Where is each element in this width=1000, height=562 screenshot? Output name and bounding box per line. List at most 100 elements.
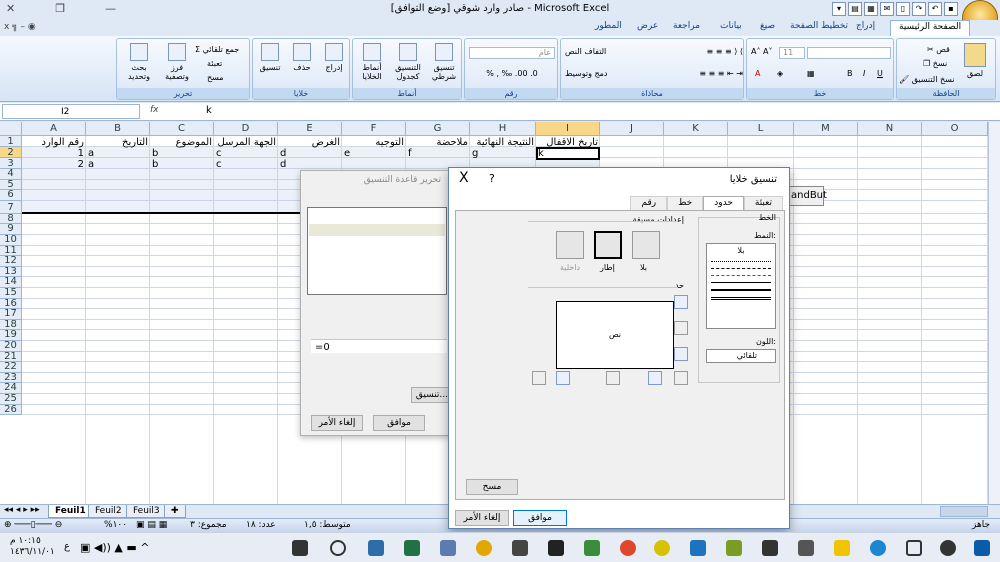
data-cell[interactable]: 2 (22, 158, 86, 171)
find-select-button[interactable]: بحث وتحديد (121, 43, 157, 81)
dialog-close-icon[interactable]: X (459, 170, 469, 186)
wrap-text-button[interactable]: التفاف النص (565, 47, 606, 56)
data-cell[interactable]: a (86, 158, 150, 171)
data-cell[interactable]: c (214, 158, 278, 171)
bold-button[interactable]: B (847, 69, 853, 78)
data-cell[interactable]: b (150, 158, 214, 171)
row-header[interactable]: 25 (0, 393, 22, 405)
app-icon[interactable] (762, 540, 778, 556)
rule-format-button[interactable]: تنسيق... (411, 387, 451, 403)
fill-button[interactable]: تعبئة (207, 59, 222, 68)
taskview-icon[interactable] (906, 540, 922, 556)
app-icon[interactable] (476, 540, 492, 556)
border-diagonal-down-button[interactable] (532, 371, 546, 385)
number-format-buttons[interactable]: % , ‰ .00 .0 (469, 69, 555, 78)
vertical-scrollbar[interactable] (988, 122, 1000, 504)
preset-inside-button[interactable] (556, 231, 584, 259)
row-header[interactable]: 15 (0, 287, 22, 299)
row-header[interactable]: 2 (0, 147, 22, 158)
sheet-tab-feuil1[interactable]: Feuil1 (48, 505, 93, 518)
data-cell[interactable]: f (406, 147, 470, 160)
style-option[interactable] (711, 297, 771, 300)
row-header[interactable]: 20 (0, 340, 22, 352)
input-language[interactable]: ع (64, 541, 70, 552)
zoom-level[interactable]: %١٠٠ (104, 520, 127, 530)
underline-button[interactable]: U (877, 69, 883, 78)
style-option[interactable] (711, 268, 771, 269)
excel-icon[interactable] (404, 540, 420, 556)
border-left-button[interactable] (556, 371, 570, 385)
border-bottom-button[interactable] (674, 347, 688, 361)
print-icon[interactable]: ▦ (864, 2, 878, 16)
style-option[interactable] (711, 275, 771, 276)
row-header[interactable]: 1 (0, 136, 22, 147)
format-painter-button[interactable]: 🖌 نسخ التنسيق (899, 75, 954, 84)
winrar-icon[interactable] (368, 540, 384, 556)
clear-format-button[interactable]: مسح (466, 479, 518, 495)
sheet-tab-feuil2[interactable]: Feuil2 (88, 505, 129, 518)
column-header[interactable]: I (536, 122, 600, 136)
data-cell[interactable]: k (536, 147, 600, 160)
column-header[interactable]: A (22, 122, 86, 136)
row-header[interactable]: 6 (0, 190, 22, 201)
clear-button[interactable]: مسح (207, 73, 224, 82)
tab-font[interactable]: خط (667, 196, 704, 210)
app-icon[interactable] (584, 540, 600, 556)
tab-data[interactable]: بيانات (720, 21, 742, 31)
preset-outline-button[interactable] (594, 231, 622, 259)
column-header[interactable]: M (794, 122, 858, 136)
autosum-button[interactable]: Σ جمع تلقائي (195, 45, 239, 54)
folder-icon[interactable] (834, 540, 850, 556)
style-option[interactable] (711, 289, 771, 291)
column-header[interactable]: N (858, 122, 922, 136)
insert-function-button[interactable]: fx (150, 105, 200, 119)
chrome-icon[interactable] (620, 540, 636, 556)
column-header[interactable]: K (664, 122, 728, 136)
format-cells-button[interactable]: تنسيق (255, 43, 285, 72)
line-style-list[interactable]: بلا (706, 243, 776, 329)
ie-icon[interactable] (870, 540, 886, 556)
edge-icon[interactable] (690, 540, 706, 556)
rule-cancel-button[interactable]: إلغاء الأمر (311, 415, 363, 431)
undo-icon[interactable]: ↶ (928, 2, 942, 16)
search-icon[interactable] (940, 540, 956, 556)
delete-cells-button[interactable]: حذف (287, 43, 317, 72)
horizontal-scrollbar[interactable] (940, 506, 988, 517)
select-all-corner[interactable] (0, 122, 22, 136)
sheet-nav-icons[interactable]: ◂◂ ◂ ▸ ▸▸ (4, 505, 40, 515)
border-preview[interactable]: نص (556, 301, 674, 369)
align-buttons-row1[interactable]: ≡ ≡ ≡ ⟩ ⟨ (657, 47, 743, 56)
tab-fill[interactable]: تعبئة (743, 196, 783, 210)
tab-border[interactable]: حدود (703, 196, 744, 210)
app-icon[interactable] (654, 540, 670, 556)
copy-button[interactable]: ❐ نسخ (923, 59, 947, 68)
rule-formula-input[interactable]: =0 (311, 339, 447, 353)
sheet-tab-feuil3[interactable]: Feuil3 (126, 505, 167, 518)
fill-color-button[interactable]: ◈ (777, 69, 783, 78)
border-diagonal-up-button[interactable] (674, 371, 688, 385)
mdi-controls[interactable]: x ╗ – ◉ (4, 22, 36, 32)
app-icon[interactable] (548, 540, 564, 556)
insert-cells-button[interactable]: إدراج (319, 43, 349, 72)
column-header[interactable]: D (214, 122, 278, 136)
tab-formulas[interactable]: صيغ (760, 21, 775, 31)
format-as-table-button[interactable]: التنسيق كجدول (391, 43, 425, 81)
zoom-slider[interactable]: ⊕ ───▯─── ⊖ (4, 520, 62, 530)
data-cell[interactable]: g (470, 147, 536, 160)
tab-page-layout[interactable]: تخطيط الصفحة (790, 21, 848, 31)
rule-type-list[interactable] (307, 207, 447, 295)
format-ok-button[interactable]: موافق (513, 510, 567, 526)
email-icon[interactable]: ✉ (880, 2, 894, 16)
format-cancel-button[interactable]: إلغاء الأمر (455, 510, 509, 526)
italic-button[interactable]: I (863, 69, 865, 78)
border-middle-button[interactable] (674, 321, 688, 335)
column-header[interactable]: E (278, 122, 342, 136)
rule-ok-button[interactable]: موافق (373, 415, 425, 431)
store-icon[interactable] (798, 540, 814, 556)
tab-home[interactable]: الصفحة الرئيسية (890, 20, 971, 36)
column-header[interactable]: B (86, 122, 150, 136)
dialog-help-icon[interactable]: ? (489, 172, 495, 185)
tab-view[interactable]: عرض (637, 21, 658, 31)
cell-styles-button[interactable]: أنماط الخلايا (355, 43, 389, 81)
color-dropdown[interactable]: تلقائي (706, 349, 776, 363)
